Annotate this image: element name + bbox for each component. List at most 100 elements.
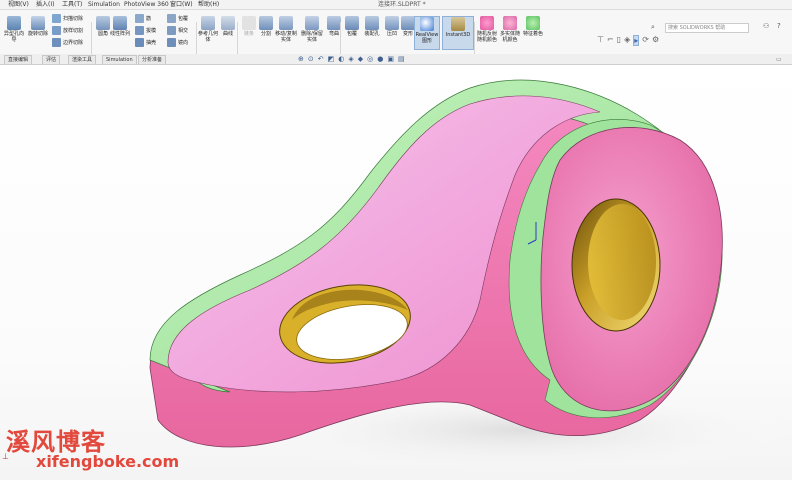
part-model[interactable] [0,65,792,480]
delete-keep-body-button[interactable]: 删除/保留实体 [300,16,324,43]
lofted-cut-label: 放样切割 [63,28,84,34]
search-input[interactable]: 搜索 SOLIDWORKS 帮助 [665,23,749,33]
command-manager: 异型孔向导 旋转切除 扫描切除 放样切割 边界切除 圆角 线性阵列 筋 拔模 抽… [0,10,792,60]
menu-insert[interactable]: 插入(I) [36,0,54,9]
filter-edges-icon[interactable]: ⌐ [607,35,614,46]
random-color-icon [480,16,494,30]
menu-tools[interactable]: 工具(T) [62,0,82,9]
split-icon [259,16,273,30]
hole-wizard-icon [7,16,21,30]
tab-evaluate[interactable]: 评估 [42,55,61,64]
search-icon[interactable]: ⌕ [651,23,655,32]
curves-icon [221,16,235,30]
realview-icon [420,17,434,31]
previous-view-icon[interactable]: ↶ [318,55,324,63]
hide-show-icon[interactable]: ◎ [367,55,373,63]
realview-button[interactable]: RealView 图形 [414,16,440,50]
hole-series-label: 装配孔 [364,31,380,37]
multibody-color-label: 多实体随机颜色 [499,31,520,43]
fillet-label: 圆角 [97,31,108,37]
tab-render-tools[interactable]: 渲染工具 [68,55,97,64]
rebuild-icon[interactable]: ⟳ [642,35,649,46]
view-settings-icon[interactable]: ▤ [398,55,405,63]
menu-help[interactable]: 帮助(H) [198,0,219,9]
filter-vertices-icon[interactable]: ◈ [624,35,630,46]
boundary-cut-button[interactable]: 边界切除 [52,38,83,47]
wrap2-icon [345,16,359,30]
selection-filter-toolbar: ⊤ ⌐ ▯ ◈ ▸ ⟳ ⚙ [597,35,659,46]
instant3d-button[interactable]: Instant3D [442,16,474,50]
instant3d-icon [451,17,465,31]
heads-up-toolbar: ⊕ ⊙ ↶ ◩ ◐ ◈ ◆ ◎ ● ▣ ▤ [298,55,405,63]
menu-simulation[interactable]: Simulation [88,0,120,9]
rib-button[interactable]: 筋 [135,14,151,23]
curves-label: 曲线 [222,31,233,37]
tab-direct-edit[interactable]: 直接编辑 [4,55,33,64]
reference-geometry-icon [201,16,215,30]
delete-keep-label: 删除/保留实体 [301,31,323,43]
feature-color-label: 特征着色 [522,31,543,37]
feature-color-button[interactable]: 特征着色 [521,16,545,37]
flex-icon [327,16,341,30]
tab-analysis-prep[interactable]: 分析准备 [138,55,167,64]
menu-bar: 视图(V) 插入(I) 工具(T) Simulation PhotoView 3… [0,0,792,10]
draft-label: 拔模 [146,28,157,34]
boundary-cut-label: 边界切除 [63,40,84,46]
menu-photoview[interactable]: PhotoView 360 [124,0,169,9]
mirror-icon [167,38,176,47]
apply-scene-icon[interactable]: ▣ [387,55,394,63]
draft-button[interactable]: 拔模 [135,26,156,35]
user-icon[interactable]: ⚇ [763,22,769,30]
hole-wizard-button[interactable]: 异型孔向导 [2,16,26,43]
zoom-to-fit-icon[interactable]: ⊕ [298,55,304,63]
multibody-color-icon [503,16,517,30]
revolve-cut-label: 旋转切除 [27,31,48,37]
menu-view[interactable]: 视图(V) [8,0,29,9]
dynamic-annotation-icon[interactable]: ◐ [338,55,344,63]
revolve-cut-icon [31,16,45,30]
graphics-area[interactable] [0,65,792,480]
intersect-button[interactable]: 相交 [167,26,188,35]
swept-cut-label: 扫描切除 [63,16,84,22]
view-orientation-icon[interactable]: ◈ [348,55,353,63]
filter-icon[interactable]: ⊤ [597,35,604,46]
wrap-icon [167,14,176,23]
revolve-cut-button[interactable]: 旋转切除 [26,16,50,37]
display-style-icon[interactable]: ◆ [358,55,363,63]
mirror-button[interactable]: 镜向 [167,38,188,47]
realview-label: RealView 图形 [415,32,439,44]
mirror-label: 镜向 [178,40,189,46]
wrap2-label: 包覆 [346,31,357,37]
edit-appearance-icon[interactable]: ● [377,55,383,63]
tab-simulation[interactable]: Simulation [102,55,137,64]
axis-triad-icon: ⊥ [2,452,9,461]
restore-icon[interactable]: ▭ [776,56,782,63]
rib-label: 筋 [146,16,152,22]
menu-window[interactable]: 窗口(W) [170,0,193,9]
zoom-area-icon[interactable]: ⊙ [308,55,314,63]
move-copy-body-button[interactable]: 移动/复制实体 [274,16,298,43]
split-label: 分割 [260,31,271,37]
shell-button[interactable]: 抽壳 [135,38,156,47]
move-copy-icon [279,16,293,30]
help-icon[interactable]: ? [777,22,781,30]
select-cursor-icon[interactable]: ▸ [633,35,640,46]
multibody-color-button[interactable]: 多实体随机颜色 [498,16,522,43]
rib-icon [135,14,144,23]
options-icon[interactable]: ⚙ [652,35,659,46]
section-view-icon[interactable]: ◩ [328,55,335,63]
random-color-button[interactable]: 随机反射随机颜色 [475,16,499,43]
lofted-cut-button[interactable]: 放样切割 [52,26,83,35]
feature-color-icon [526,16,540,30]
wrap-button[interactable]: 包覆 [167,14,188,23]
swept-cut-button[interactable]: 扫描切除 [52,14,83,23]
filter-faces-icon[interactable]: ▯ [617,35,621,46]
wrap-label: 包覆 [178,16,189,22]
shell-icon [135,38,144,47]
watermark-url: xifengboke.com [36,452,180,471]
hole-wizard-label: 异型孔向导 [3,31,24,43]
linear-pattern-button[interactable]: 线性阵列 [108,16,132,37]
reference-geometry-label: 参考几何体 [197,31,218,43]
draft-icon [135,26,144,35]
linear-pattern-icon [113,16,127,30]
